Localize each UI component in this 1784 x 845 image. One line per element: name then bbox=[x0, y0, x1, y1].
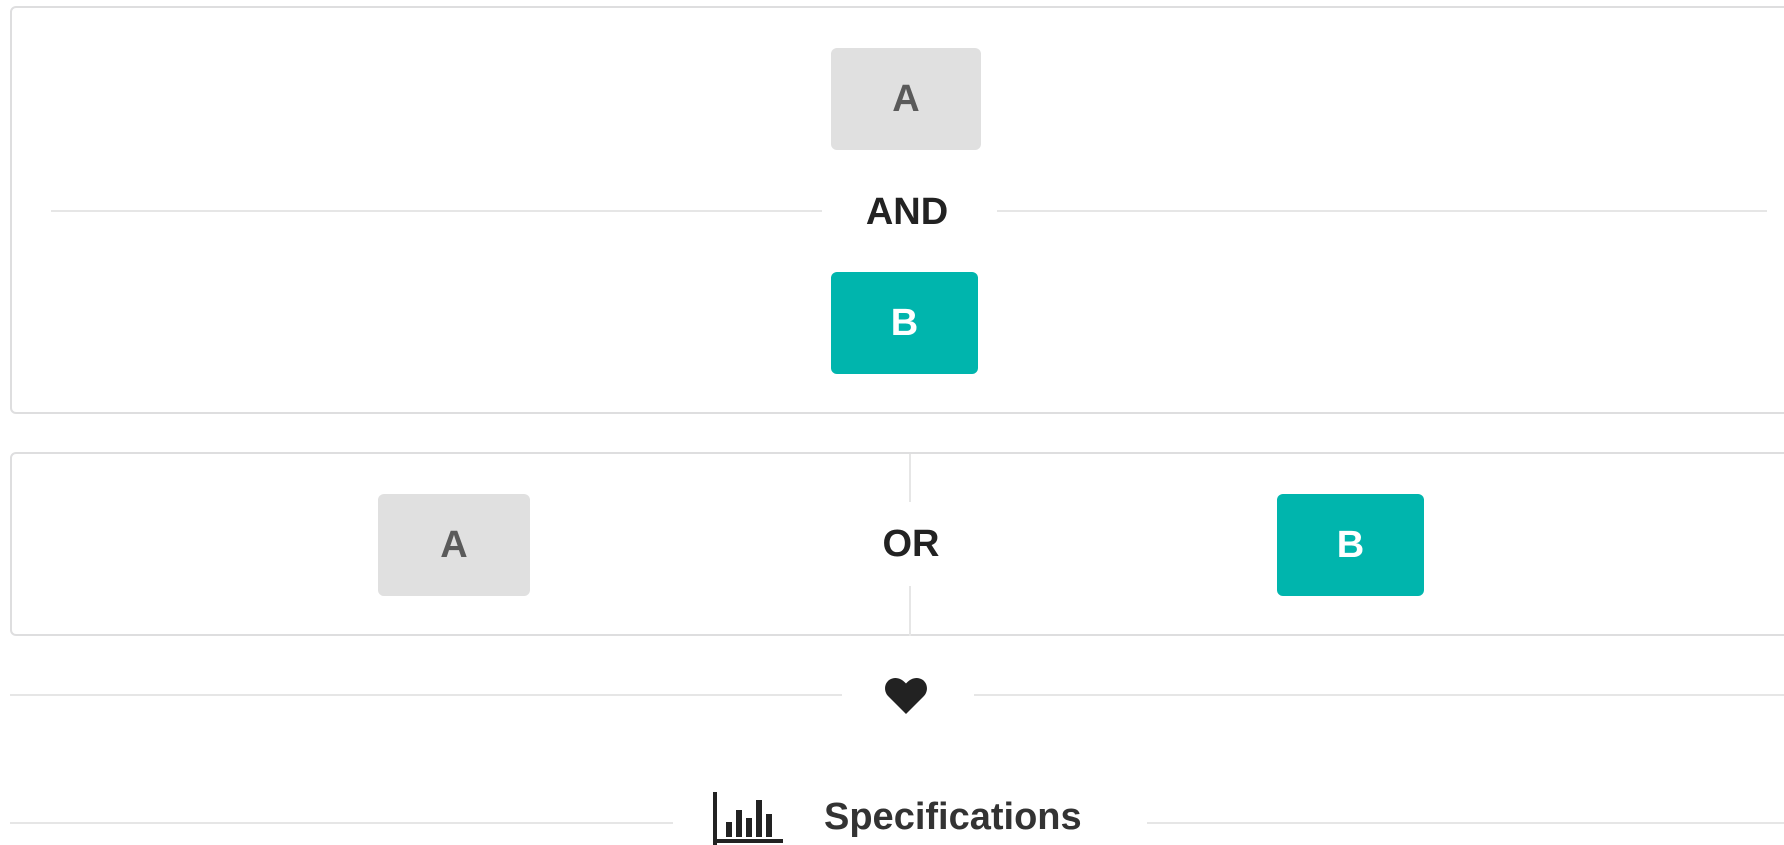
vertical-divider-line-top bbox=[909, 454, 911, 502]
horizontal-divider-line-right bbox=[974, 694, 1784, 696]
bar-chart-icon bbox=[710, 792, 784, 845]
heart-icon bbox=[884, 676, 928, 716]
specifications-label: Specifications bbox=[824, 796, 1082, 838]
and-divider-label: AND bbox=[865, 191, 949, 233]
vertical-divider-line-bottom bbox=[909, 586, 911, 636]
and-segment: A AND B bbox=[10, 6, 1784, 414]
option-b-button[interactable]: B bbox=[1277, 494, 1424, 596]
horizontal-divider-line-left bbox=[51, 210, 822, 212]
horizontal-divider-line-right bbox=[1147, 822, 1784, 824]
horizontal-divider-line-left bbox=[10, 694, 842, 696]
horizontal-divider-line-right bbox=[997, 210, 1767, 212]
option-b-button[interactable]: B bbox=[831, 272, 978, 374]
or-divider-label: OR bbox=[882, 523, 940, 565]
option-a-button[interactable]: A bbox=[378, 494, 530, 596]
option-a-button[interactable]: A bbox=[831, 48, 981, 150]
horizontal-divider-line-left bbox=[10, 822, 673, 824]
or-segment: A OR B bbox=[10, 452, 1784, 636]
